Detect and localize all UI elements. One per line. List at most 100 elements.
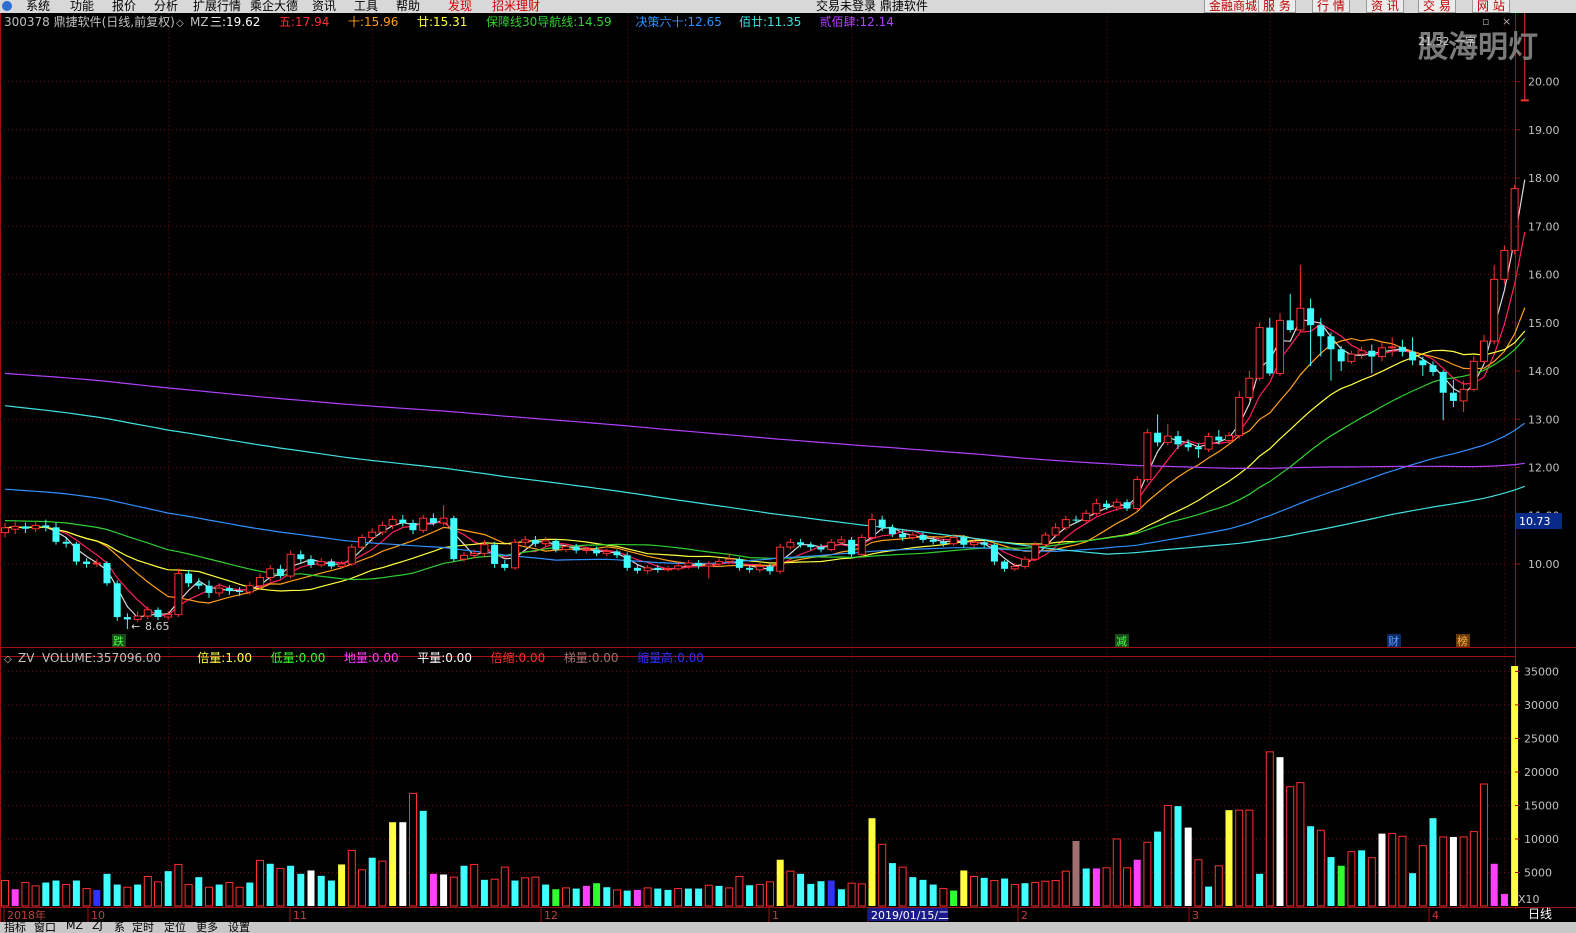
legend-item: 三:19.62 <box>210 15 260 29</box>
candle-body <box>704 563 713 567</box>
menu-item-system[interactable]: 系统 <box>26 0 50 13</box>
info-button[interactable]: 资 讯 <box>1366 0 1404 13</box>
candle-body <box>470 552 479 556</box>
legend-item: 地量:0.00 <box>344 651 399 665</box>
candle-body <box>1327 336 1335 350</box>
legend-item: 五:17.94 <box>279 15 329 29</box>
candle-body <box>735 559 743 568</box>
candle-body <box>725 558 734 563</box>
candle-body <box>582 549 591 552</box>
menu-item-quote[interactable]: 报价 <box>112 0 136 13</box>
trade-button[interactable]: 交 易 <box>1418 0 1456 13</box>
tab-window[interactable]: 窗口 <box>34 922 56 933</box>
date-tick-label: 2018年 <box>7 908 46 922</box>
volume-bar <box>735 876 744 907</box>
tab-more[interactable]: 更多 <box>196 922 218 933</box>
event-label-finance: 财 <box>1388 634 1399 648</box>
candle-body <box>797 542 805 545</box>
volume-bar <box>695 888 703 906</box>
candle-body <box>480 544 489 554</box>
volume-bar <box>1265 751 1274 907</box>
candle-body <box>1459 388 1468 402</box>
tab-mz[interactable]: MZ <box>66 922 83 932</box>
volume-bar <box>480 879 488 906</box>
tab-series[interactable]: 系 <box>114 922 125 933</box>
tab-locate[interactable]: 定位 <box>164 922 186 933</box>
volume-bar <box>1449 836 1457 906</box>
volume-bar <box>113 884 121 906</box>
volume-bar <box>654 888 662 906</box>
website-button[interactable]: 网 站 <box>1472 0 1510 13</box>
volume-bar <box>1031 882 1040 907</box>
volume-bar <box>1388 833 1397 907</box>
candle-body <box>1184 444 1192 448</box>
app-logo-icon[interactable] <box>2 1 12 11</box>
menu-item-discover[interactable]: 发现 <box>448 0 472 13</box>
mall-button[interactable]: 金融商城 <box>1204 0 1263 13</box>
tab-timer[interactable]: 定时 <box>132 922 154 933</box>
price-tick-label: 16.00 <box>1528 269 1560 282</box>
volume-bar <box>215 884 223 906</box>
candle-body <box>868 519 876 538</box>
volume-bar <box>1174 806 1182 906</box>
menu-item-extended-market[interactable]: 扩展行情 <box>193 0 241 13</box>
legend-item: 平量:0.00 <box>417 651 472 665</box>
volume-dropdown-icon[interactable]: ◇ <box>4 654 12 665</box>
candle-body <box>939 541 947 544</box>
tab-settings[interactable]: 设置 <box>228 922 250 933</box>
volume-bar <box>929 884 937 906</box>
market-button[interactable]: 行 情 <box>1312 0 1350 13</box>
volume-bar <box>664 889 672 906</box>
candle-body <box>919 535 927 540</box>
price-tick-label: 17.00 <box>1528 220 1560 233</box>
menu-item-function[interactable]: 功能 <box>70 0 94 13</box>
close-chart-icon[interactable]: × <box>1502 15 1511 28</box>
candle-body <box>1439 371 1447 393</box>
candle-body <box>491 544 499 564</box>
menu-item-help[interactable]: 帮助 <box>396 0 420 13</box>
candle-body <box>358 536 366 548</box>
candle-body <box>1194 447 1202 450</box>
tab-indicator[interactable]: 指标 <box>4 922 26 933</box>
candle-body <box>1307 308 1315 326</box>
menu-item-tools[interactable]: 工具 <box>354 0 378 13</box>
menu-item-analysis[interactable]: 分析 <box>154 0 178 13</box>
volume-legend: VOLUME:357096.00 倍量:1.00 低量:0.00 地量:0.00 平量:… <box>42 650 704 665</box>
candle-body <box>1490 278 1499 342</box>
candle-body <box>562 546 570 551</box>
minimize-chart-icon[interactable]: ▫ <box>1482 15 1489 28</box>
candle-body <box>1112 501 1121 508</box>
candle-body <box>317 561 326 566</box>
candle-body <box>501 563 509 568</box>
candle-body <box>11 525 20 530</box>
candle-body <box>654 567 662 570</box>
volume-bar <box>52 880 60 906</box>
volume-bar <box>633 889 641 906</box>
period-label[interactable]: 日线 <box>1528 907 1552 921</box>
volume-bar <box>623 890 631 906</box>
menu-item-news[interactable]: 资讯 <box>312 0 336 13</box>
volume-bar <box>389 822 397 906</box>
volume-indicator-name[interactable]: ZV <box>18 651 35 665</box>
candle-body <box>1072 519 1080 521</box>
date-tick-label: 12 <box>544 909 558 922</box>
indicator-dropdown-icon[interactable]: ◇ <box>176 18 184 29</box>
volume-bar <box>643 887 652 907</box>
candle-body <box>1347 353 1356 362</box>
candle-body <box>103 563 111 584</box>
menu-item-qiye[interactable]: 乘企大德 <box>250 0 298 13</box>
volume-bar <box>440 874 448 906</box>
tab-zj[interactable]: ZJ <box>92 922 103 932</box>
candle-body <box>72 543 80 562</box>
candle-body <box>164 614 173 618</box>
candle-body <box>62 541 70 544</box>
candle-body <box>1163 435 1172 443</box>
menu-item-finance[interactable]: 招米理财 <box>492 0 540 13</box>
candle-body <box>1276 319 1284 374</box>
candle-body <box>807 544 815 548</box>
candle-body <box>1215 436 1223 441</box>
event-label-fall: 跌 <box>113 634 124 648</box>
price-tick-label: 19.00 <box>1528 124 1560 137</box>
service-button[interactable]: 服 务 <box>1258 0 1296 13</box>
indicator-name[interactable]: MZ <box>190 15 209 29</box>
